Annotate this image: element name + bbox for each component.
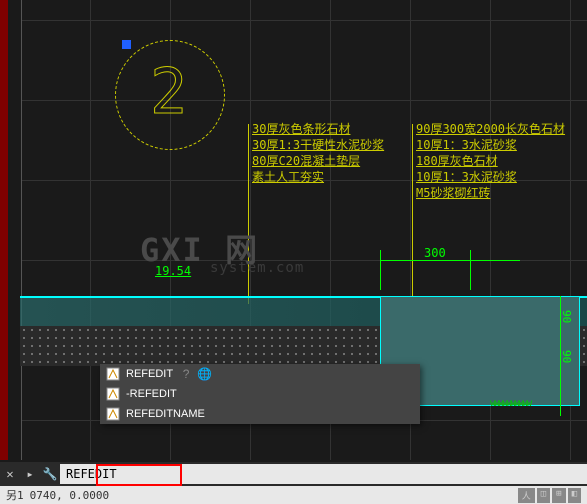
command-bar: ✕ ▸ 🔧 — [0, 462, 587, 486]
note-text[interactable]: 30厚灰色条形石材 — [252, 120, 350, 137]
left-band — [8, 0, 22, 460]
help-icon[interactable]: ? — [179, 367, 193, 381]
note-text[interactable]: 10厚1：3水泥砂浆 — [416, 168, 517, 185]
command-icon — [106, 407, 120, 421]
highlight-box — [96, 464, 182, 486]
autocomplete-popup: REFEDIT ? 🌐 -REFEDIT REFEDITNAME — [100, 364, 420, 424]
status-buttons: 人 ◫ ⊞ ◧ — [518, 488, 581, 503]
chevron-icon[interactable]: ▸ — [20, 464, 40, 484]
status-toggle[interactable]: 人 — [518, 488, 535, 503]
note-text[interactable]: 素土人工夯实 — [252, 168, 324, 185]
dimension-text[interactable]: 90 — [560, 310, 573, 323]
autocomplete-label: -REFEDIT — [126, 388, 177, 400]
autocomplete-label: REFEDIT — [126, 368, 173, 380]
autocomplete-label: REFEDITNAME — [126, 408, 205, 420]
note-text[interactable]: 10厚1：3水泥砂浆 — [416, 136, 517, 153]
autocomplete-item[interactable]: REFEDIT ? 🌐 — [100, 364, 420, 384]
dimension-text[interactable]: 300 — [424, 246, 446, 260]
dimension-text[interactable]: 19.54 — [155, 264, 191, 278]
dimension-line — [380, 260, 520, 261]
detail-number: 2 — [150, 55, 187, 128]
grass-hatch: wwwwwwwwww — [490, 398, 580, 409]
dimension-text[interactable]: 90 — [560, 350, 573, 363]
note-text[interactable]: 180厚灰色石材 — [416, 152, 498, 169]
note-text[interactable]: 90厚300宽2000长灰色石材 — [416, 120, 565, 137]
status-coords: 0740, 0.0000 — [30, 489, 109, 502]
status-toggle[interactable]: ◧ — [568, 488, 581, 503]
command-icon — [106, 387, 120, 401]
watermark-sub: system.com — [210, 260, 304, 276]
note-text[interactable]: 80厚C20混凝土垫层 — [252, 152, 360, 169]
autocomplete-item[interactable]: REFEDITNAME — [100, 404, 420, 424]
globe-icon[interactable]: 🌐 — [197, 367, 211, 381]
left-ruler — [0, 0, 8, 460]
autocomplete-item[interactable]: -REFEDIT — [100, 384, 420, 404]
close-icon[interactable]: ✕ — [0, 464, 20, 484]
wrench-icon[interactable]: 🔧 — [40, 464, 60, 484]
status-toggle[interactable]: ⊞ — [552, 488, 565, 503]
dimension-ext — [380, 250, 381, 290]
status-toggle[interactable]: ◫ — [537, 488, 550, 503]
status-bar: 另1 0740, 0.0000 人 ◫ ⊞ ◧ — [0, 486, 587, 504]
grip-handle[interactable] — [122, 40, 131, 49]
note-text[interactable]: M5砂浆砌红砖 — [416, 184, 490, 201]
dimension-ext — [470, 250, 471, 290]
command-icon — [106, 367, 120, 381]
window-label: 另1 — [6, 487, 24, 503]
leader-line — [248, 124, 249, 304]
note-text[interactable]: 30厚1:3干硬性水泥砂浆 — [252, 136, 384, 153]
leader-line — [412, 124, 413, 304]
